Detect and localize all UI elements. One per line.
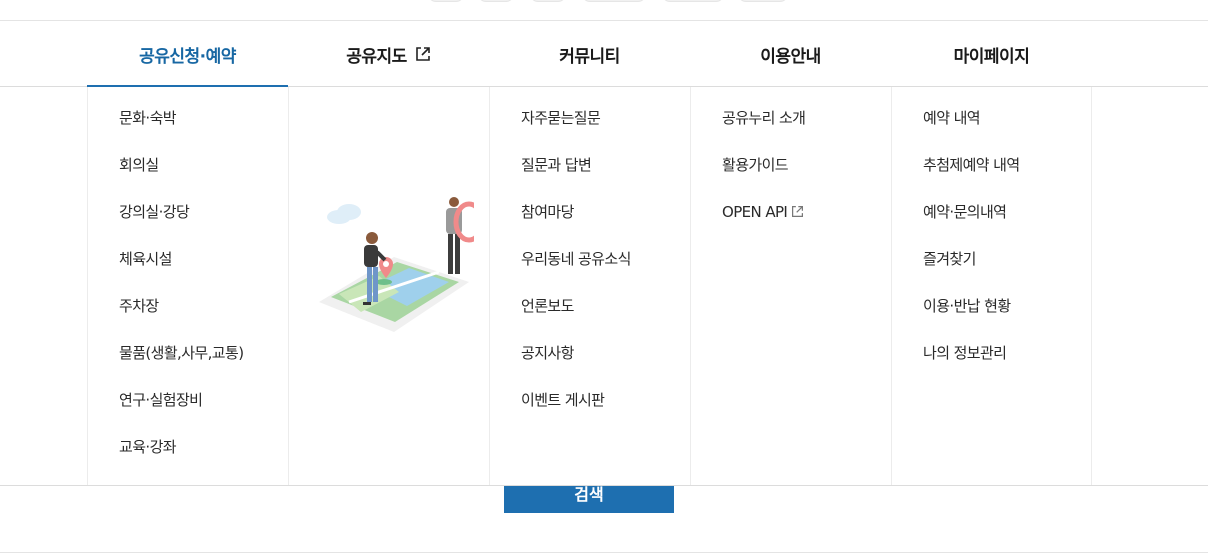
divider <box>0 552 1208 553</box>
menu-item-favorites[interactable]: 즐겨찾기 <box>892 248 1091 295</box>
menu-item-open-api[interactable]: OPEN API <box>691 201 891 248</box>
map-column <box>288 87 489 485</box>
menu-item-culture-lodging[interactable]: 문화·숙박 <box>88 107 288 154</box>
menu-item-usage-return[interactable]: 이용·반납 현황 <box>892 295 1091 342</box>
menu-item-local-news[interactable]: 우리동네 공유소식 <box>490 248 690 295</box>
external-link-icon <box>792 206 804 217</box>
tab-share-map-label: 공유지도 <box>346 46 407 67</box>
tab-share-map[interactable]: 공유지도 <box>288 21 489 87</box>
tab-booking-label: 공유신청·예약 <box>139 46 236 67</box>
menu-item-sports[interactable]: 체육시설 <box>88 248 288 295</box>
tab-guide[interactable]: 이용안내 <box>690 21 891 87</box>
tab-guide-label: 이용안내 <box>760 46 821 67</box>
menu-item-qna[interactable]: 질문과 답변 <box>490 154 690 201</box>
menu-item-inquiries[interactable]: 예약·문의내역 <box>892 201 1091 248</box>
menu-item-event-board[interactable]: 이벤트 게시판 <box>490 389 690 436</box>
menu-item-usage-guide[interactable]: 활용가이드 <box>691 154 891 201</box>
global-nav: 공유신청·예약 공유지도 커뮤니티 이용안내 마이페이지 <box>0 20 1208 88</box>
menu-item-reservations[interactable]: 예약 내역 <box>892 107 1091 154</box>
menu-item-faq[interactable]: 자주묻는질문 <box>490 107 690 154</box>
mypage-column: 예약 내역 추첨제예약 내역 예약·문의내역 즐겨찾기 이용·반납 현황 나의 … <box>891 87 1092 485</box>
external-link-icon <box>415 47 430 61</box>
menu-item-lottery-reservations[interactable]: 추첨제예약 내역 <box>892 154 1091 201</box>
tab-booking[interactable]: 공유신청·예약 <box>87 21 288 88</box>
booking-column: 문화·숙박 회의실 강의실·강당 체육시설 주차장 물품(생활,사무,교통) 연… <box>87 87 288 485</box>
tab-mypage-label: 마이페이지 <box>953 46 1030 67</box>
menu-item-parking[interactable]: 주차장 <box>88 295 288 342</box>
menu-item-notice[interactable]: 공지사항 <box>490 342 690 389</box>
mega-menu-panel: 문화·숙박 회의실 강의실·강당 체육시설 주차장 물품(생활,사무,교통) 연… <box>0 87 1208 486</box>
menu-item-research-equipment[interactable]: 연구·실험장비 <box>88 389 288 436</box>
menu-item-my-info[interactable]: 나의 정보관리 <box>892 342 1091 389</box>
menu-item-education[interactable]: 교육·강좌 <box>88 436 288 483</box>
menu-item-about[interactable]: 공유누리 소개 <box>691 107 891 154</box>
page: 공유신청·예약 공유지도 커뮤니티 이용안내 마이페이지 문화·숙박 회의실 강… <box>0 0 1208 559</box>
menu-item-meeting-room[interactable]: 회의실 <box>88 154 288 201</box>
top-filter-chips <box>0 0 1208 2</box>
open-api-label: OPEN API <box>722 203 788 221</box>
map-illustration <box>319 197 474 332</box>
menu-item-participation[interactable]: 참여마당 <box>490 201 690 248</box>
menu-item-lecture-hall[interactable]: 강의실·강당 <box>88 201 288 248</box>
search-button[interactable]: 검색 <box>504 486 674 513</box>
tab-mypage[interactable]: 마이페이지 <box>891 21 1092 87</box>
guide-column: 공유누리 소개 활용가이드 OPEN API <box>690 87 891 485</box>
menu-item-press[interactable]: 언론보도 <box>490 295 690 342</box>
community-column: 자주묻는질문 질문과 답변 참여마당 우리동네 공유소식 언론보도 공지사항 이… <box>489 87 690 485</box>
tab-community-label: 커뮤니티 <box>559 46 620 67</box>
tab-community[interactable]: 커뮤니티 <box>489 21 690 87</box>
menu-item-goods[interactable]: 물품(생활,사무,교통) <box>88 342 288 389</box>
